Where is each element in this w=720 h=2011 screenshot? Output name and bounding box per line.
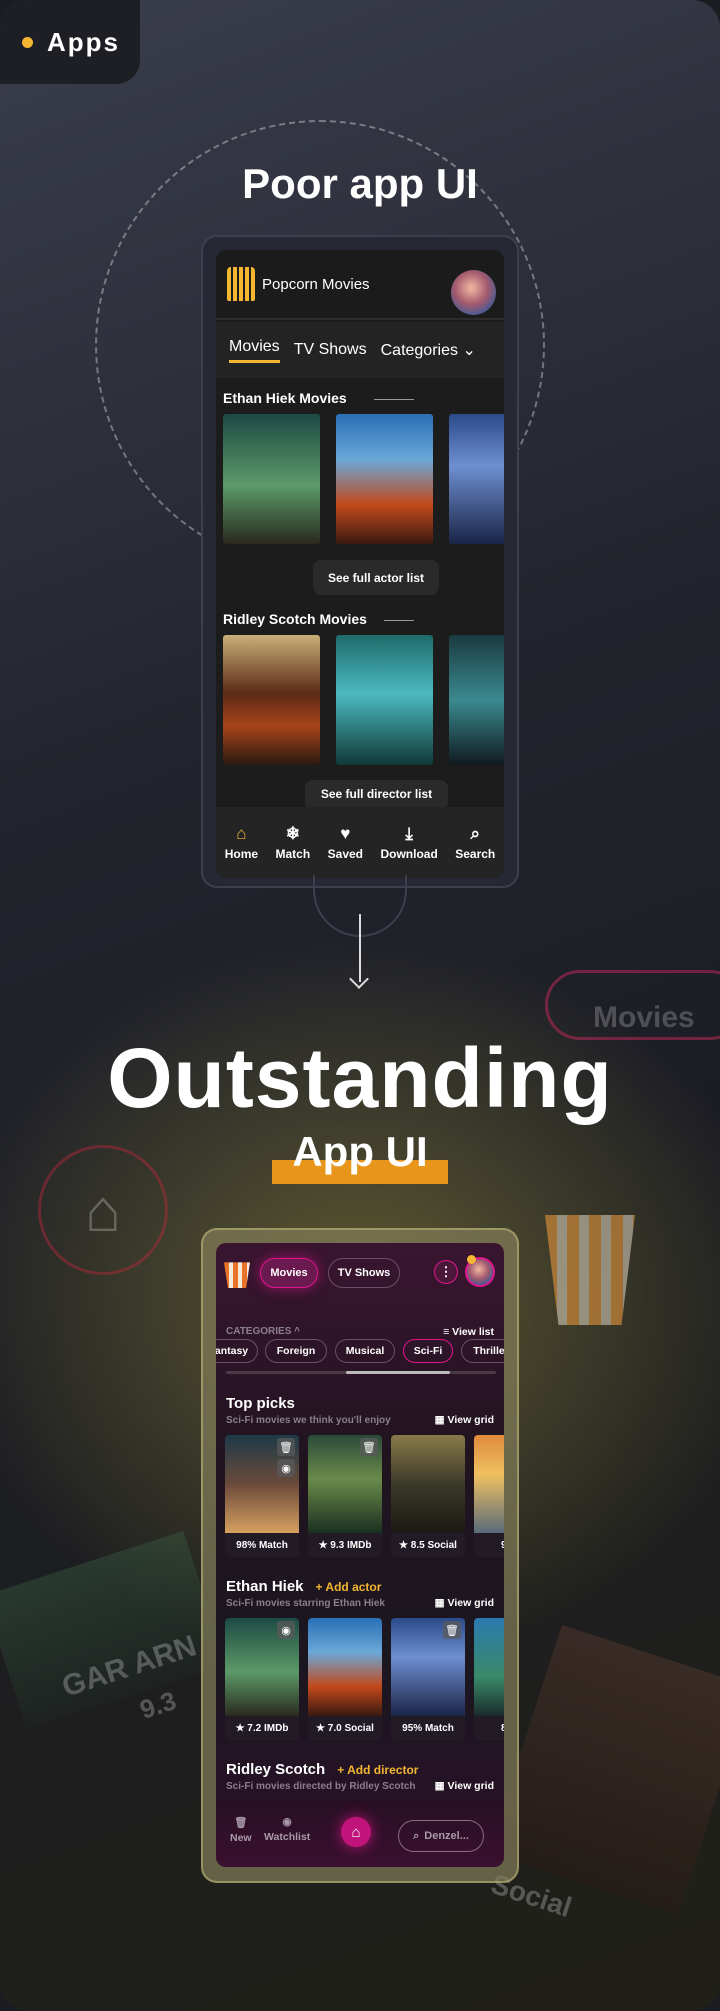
chip-foreign[interactable]: Foreign — [265, 1339, 327, 1363]
bg-popcorn-icon — [545, 1215, 635, 1325]
more-menu-icon[interactable]: ⋮ — [434, 1260, 458, 1284]
view-grid-button[interactable]: ▦ View grid — [435, 1780, 494, 1792]
bg-poster-left — [0, 1530, 227, 1730]
grid-icon: ▦ — [434, 1780, 445, 1792]
movie-card[interactable]: 98% Match 🗑 ◉ — [225, 1435, 299, 1557]
section-subtitle: Sci-Fi movies directed by Ridley Scotch — [226, 1781, 416, 1792]
movie-card[interactable]: 95% Match 🗑 — [391, 1618, 465, 1740]
see-full-actor-list-button[interactable]: See full actor list — [313, 560, 439, 595]
dot-icon — [22, 36, 33, 48]
movie-poster[interactable] — [336, 635, 433, 765]
popcorn-logo-icon — [224, 1262, 250, 1288]
see-full-director-list-button[interactable]: See full director list — [305, 780, 448, 810]
add-actor-button[interactable]: + Add actor — [316, 1580, 382, 1594]
category-badge: Apps — [0, 0, 140, 84]
bottom-nav: ⌂ Home ❄ Match ♥ Saved ⤓ Download ⌕ Search — [216, 807, 504, 878]
arrow-head — [349, 969, 369, 989]
view-grid-button[interactable]: ▦ View grid — [435, 1414, 494, 1426]
nav-saved[interactable]: ♥ Saved — [328, 824, 363, 861]
section-title: Ridley Scotch + Add director — [226, 1761, 419, 1778]
good-app-screen: Movies TV Shows ⋮ CATEGORIES ^ ≡ View li… — [216, 1243, 504, 1867]
section-title: Ethan Hiek + Add actor — [226, 1578, 382, 1595]
tab-bar: Movies TV Shows Categories ⌄ — [216, 322, 504, 378]
app-header: Popcorn Movies — [216, 250, 504, 320]
divider — [374, 399, 414, 400]
outstanding-heading: Outstanding — [107, 1031, 613, 1125]
movie-poster[interactable] — [336, 414, 433, 544]
movie-card[interactable]: 84% — [474, 1618, 504, 1740]
chip-thriller[interactable]: Thriller — [461, 1339, 504, 1363]
tab-movies[interactable]: Movies — [260, 1258, 318, 1288]
nav-new[interactable]: 🗑 New — [230, 1816, 252, 1844]
grid-icon: ▦ — [434, 1414, 445, 1426]
popcorn-logo-icon — [227, 267, 255, 301]
movie-poster[interactable] — [223, 635, 320, 765]
list-icon: ≡ — [443, 1326, 450, 1338]
heart-icon: ♥ — [340, 824, 351, 843]
section-subtitle: Sci-Fi movies starring Ethan Hiek — [226, 1598, 385, 1609]
download-icon: ⤓ — [405, 824, 413, 843]
movie-card[interactable]: ★ 7.2 IMDb ◉ — [225, 1618, 299, 1740]
movie-card[interactable]: ★ 9.3 IMDb 🗑 — [308, 1435, 382, 1557]
movie-card[interactable]: 90% — [474, 1435, 504, 1557]
movie-poster[interactable] — [449, 635, 504, 765]
user-avatar[interactable] — [451, 270, 496, 315]
trash-icon[interactable]: 🗑 — [443, 1621, 461, 1639]
bottom-nav: 🗑 New ◉ Watchlist ⌂ ⌕ Denzel... — [216, 1800, 504, 1867]
section-title: Top picks — [226, 1395, 295, 1412]
trash-icon[interactable]: 🗑 — [360, 1438, 378, 1456]
home-icon: ⌂ — [236, 824, 247, 843]
scrollbar-thumb[interactable] — [346, 1371, 450, 1374]
section-title: Ridley Scotch Movies — [223, 611, 367, 627]
movie-card[interactable]: ★ 7.0 Social — [308, 1618, 382, 1740]
view-grid-button[interactable]: ▦ View grid — [435, 1597, 494, 1609]
section-subtitle: Sci-Fi movies we think you'll enjoy — [226, 1415, 391, 1426]
home-icon: ⌂ — [351, 1823, 361, 1841]
eye-icon: ◉ — [282, 1816, 292, 1828]
chevron-up-icon: ^ — [294, 1326, 301, 1337]
tab-tv-shows[interactable]: TV Shows — [328, 1258, 400, 1288]
eye-icon[interactable]: ◉ — [277, 1459, 295, 1477]
chip-musical[interactable]: Musical — [335, 1339, 395, 1363]
categories-toggle[interactable]: CATEGORIES ^ — [226, 1326, 300, 1337]
eye-icon[interactable]: ◉ — [277, 1621, 295, 1639]
nav-download[interactable]: ⤓ Download — [380, 824, 437, 861]
notification-dot — [467, 1255, 476, 1264]
tab-tv-shows[interactable]: TV Shows — [294, 341, 367, 359]
chip-scrollbar[interactable] — [226, 1371, 496, 1374]
search-input[interactable]: ⌕ Denzel... — [398, 1820, 484, 1852]
nav-match[interactable]: ❄ Match — [276, 824, 311, 861]
badge-label: Apps — [47, 26, 120, 57]
tab-movies[interactable]: Movies — [229, 338, 280, 363]
divider — [384, 620, 414, 621]
movie-poster[interactable] — [449, 414, 504, 544]
grid-icon: ▦ — [434, 1597, 445, 1609]
app-ui-subheading: App UI — [292, 1128, 428, 1175]
nav-watchlist[interactable]: ◉ Watchlist — [264, 1816, 310, 1843]
tab-categories[interactable]: Categories ⌄ — [381, 340, 476, 360]
chip-sci-fi-active[interactable]: Sci-Fi — [403, 1339, 453, 1363]
search-icon: ⌕ — [470, 824, 481, 843]
section-title: Ethan Hiek Movies — [223, 390, 347, 406]
nav-home-button[interactable]: ⌂ — [341, 1817, 371, 1847]
nav-home[interactable]: ⌂ Home — [225, 824, 258, 861]
chevron-down-icon: ⌄ — [462, 342, 476, 359]
add-director-button[interactable]: + Add director — [337, 1763, 418, 1777]
search-icon: ⌕ — [413, 1829, 420, 1842]
snowflake-icon: ❄ — [285, 824, 300, 843]
view-list-button[interactable]: ≡ View list — [443, 1326, 494, 1338]
poor-app-screen: Popcorn Movies Movies TV Shows Categorie… — [216, 250, 504, 878]
showcase-canvas: Apps Poor app UI Popcorn Movies Movies T… — [0, 0, 720, 2011]
nav-search[interactable]: ⌕ Search — [455, 824, 495, 861]
trash-icon[interactable]: 🗑 — [277, 1438, 295, 1456]
movie-poster[interactable] — [223, 414, 320, 544]
movie-card[interactable]: ★ 8.5 Social — [391, 1435, 465, 1557]
app-title: Popcorn Movies — [262, 276, 370, 293]
chip-fantasy[interactable]: antasy — [216, 1339, 258, 1363]
bg-poster-right — [487, 1624, 720, 1916]
trash-icon: 🗑 — [234, 1817, 248, 1829]
poor-ui-heading: Poor app UI — [242, 160, 478, 207]
